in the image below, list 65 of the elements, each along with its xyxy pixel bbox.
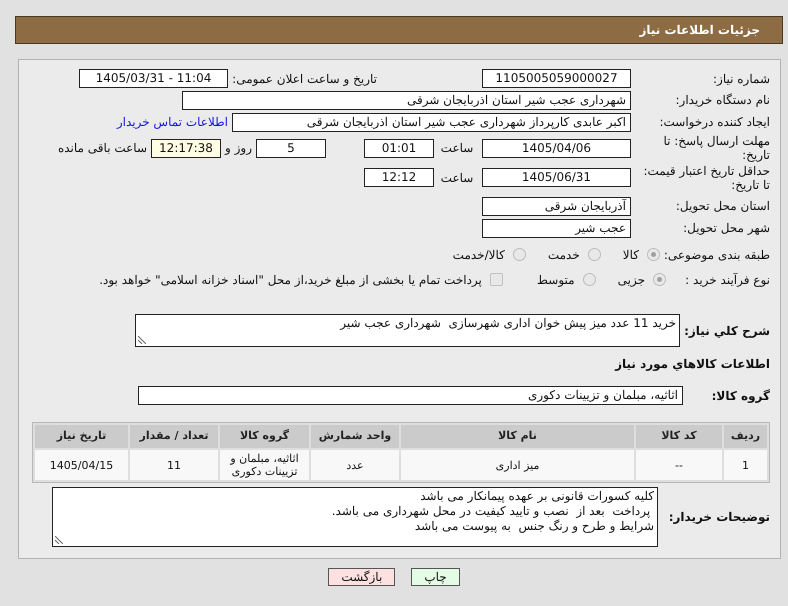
field-label: نوع فرآیند خرید : — [684, 272, 770, 286]
text-field[interactable]: 01:01 — [364, 138, 434, 158]
countdown-field[interactable]: 12:17:38 — [151, 138, 221, 158]
column-header: واحد شمارش — [311, 425, 399, 448]
table-cell: -- — [636, 450, 722, 480]
contact-info-link[interactable]: اطلاعات تماس خریدار — [116, 113, 228, 131]
table-cell: 1405/04/15 — [35, 450, 128, 480]
radio-label: کالا/خدمت — [452, 246, 505, 264]
text-field[interactable]: 1405/03/31 - 11:04 — [79, 69, 228, 88]
buyer-notes-textarea[interactable]: کلیه کسورات قانونی بر عهده پیمانکار می باشد پرداخت بعد از نصب و تایید کیفیت در محل شهرداری می باشد. شرایط و طرح و رنگ جنس به پیوست می باشد — [52, 487, 658, 547]
text-field[interactable]: 1105005059000027 — [482, 69, 631, 88]
text-field[interactable]: اثاثیه، مبلمان و تزیینات دکوری — [138, 386, 683, 405]
text-field[interactable]: اکبر عابدی کارپرداز شهرداری عجب شیر استان اذربایجان شرقی — [232, 112, 631, 132]
section-label: شرح کلي نياز: — [683, 322, 770, 340]
field-label: ساعت باقی مانده — [58, 141, 147, 155]
field-label: ساعت — [440, 141, 474, 155]
field-label: ساعت — [440, 170, 474, 184]
section-label: توضیحات خریدار: — [668, 509, 770, 526]
field-label: نام دستگاه خریدار: — [674, 93, 770, 107]
field-label: حداقل تاریخ اعتبار قیمت: تا تاریخ: — [642, 164, 770, 192]
field-label: شهر محل تحویل: — [682, 221, 770, 235]
table-cell: 11 — [130, 450, 218, 480]
column-header: نام کالا — [401, 425, 634, 448]
radio-button[interactable] — [588, 248, 601, 261]
radio-button[interactable] — [582, 273, 596, 286]
radio-label: کالا — [622, 246, 639, 264]
radio-button[interactable] — [653, 273, 666, 286]
text-field[interactable]: 12:12 — [364, 168, 434, 187]
field-label: استان محل تحویل: — [674, 199, 770, 213]
radio-label: جزیی — [618, 272, 645, 288]
field-label: تاریخ و ساعت اعلان عمومی: — [231, 72, 377, 86]
radio-button[interactable] — [512, 248, 526, 261]
column-header: تاریخ نیاز — [35, 425, 128, 448]
section-label: گروه کالا: — [710, 388, 770, 404]
page-title: جزئیات اطلاعات نیاز — [639, 22, 760, 39]
field-label: طبقه بندی موضوعی: — [662, 248, 770, 262]
resize-grip-icon[interactable] — [55, 536, 63, 544]
column-header: تعداد / مقدار — [130, 425, 218, 448]
section-title: اطلاعات کالاهاي مورد نياز — [615, 357, 770, 371]
resize-grip-icon[interactable] — [138, 336, 146, 344]
text-field[interactable]: عجب شیر — [482, 218, 631, 238]
text-field[interactable]: 1405/04/06 — [482, 138, 631, 158]
column-header: گروه کالا — [220, 425, 309, 448]
field-label: روز و — [225, 141, 252, 155]
field-label: مهلت ارسال پاسخ: تا تاریخ: — [662, 134, 770, 162]
table-cell: عدد — [311, 450, 399, 480]
field-label: شماره نیاز: — [712, 72, 770, 86]
back-button[interactable]: بازگشت — [328, 568, 396, 586]
text-field[interactable]: شهرداری عجب شیر استان اذربایجان شرقی — [182, 90, 631, 110]
checkbox-label: پرداخت تمام یا بخشی از مبلغ خرید،از محل "اسناد خزانه اسلامی" خواهد بود. — [99, 272, 482, 288]
text-field[interactable]: 1405/06/31 — [482, 168, 631, 187]
text-field[interactable]: 5 — [256, 138, 326, 158]
radio-button[interactable] — [647, 248, 660, 261]
text-field[interactable]: آذربایجان شرقی — [482, 196, 631, 216]
table-cell: اثاثیه، مبلمان و تزیینات دکوری — [220, 450, 309, 480]
radio-label: متوسط — [536, 272, 575, 288]
table-cell: میز اداری — [401, 450, 634, 480]
column-header: ردیف — [724, 425, 767, 448]
checkbox[interactable] — [490, 273, 503, 286]
table-cell: 1 — [724, 450, 767, 480]
description-textarea[interactable]: خرید 11 عدد میز پیش خوان اداری شهرسازی شهرداری عجب شیر — [135, 314, 680, 347]
field-label: ایجاد کننده درخواست: — [658, 115, 770, 129]
radio-label: خدمت — [548, 246, 580, 264]
column-header: کد کالا — [636, 425, 722, 448]
print-button[interactable]: چاپ — [411, 568, 460, 586]
